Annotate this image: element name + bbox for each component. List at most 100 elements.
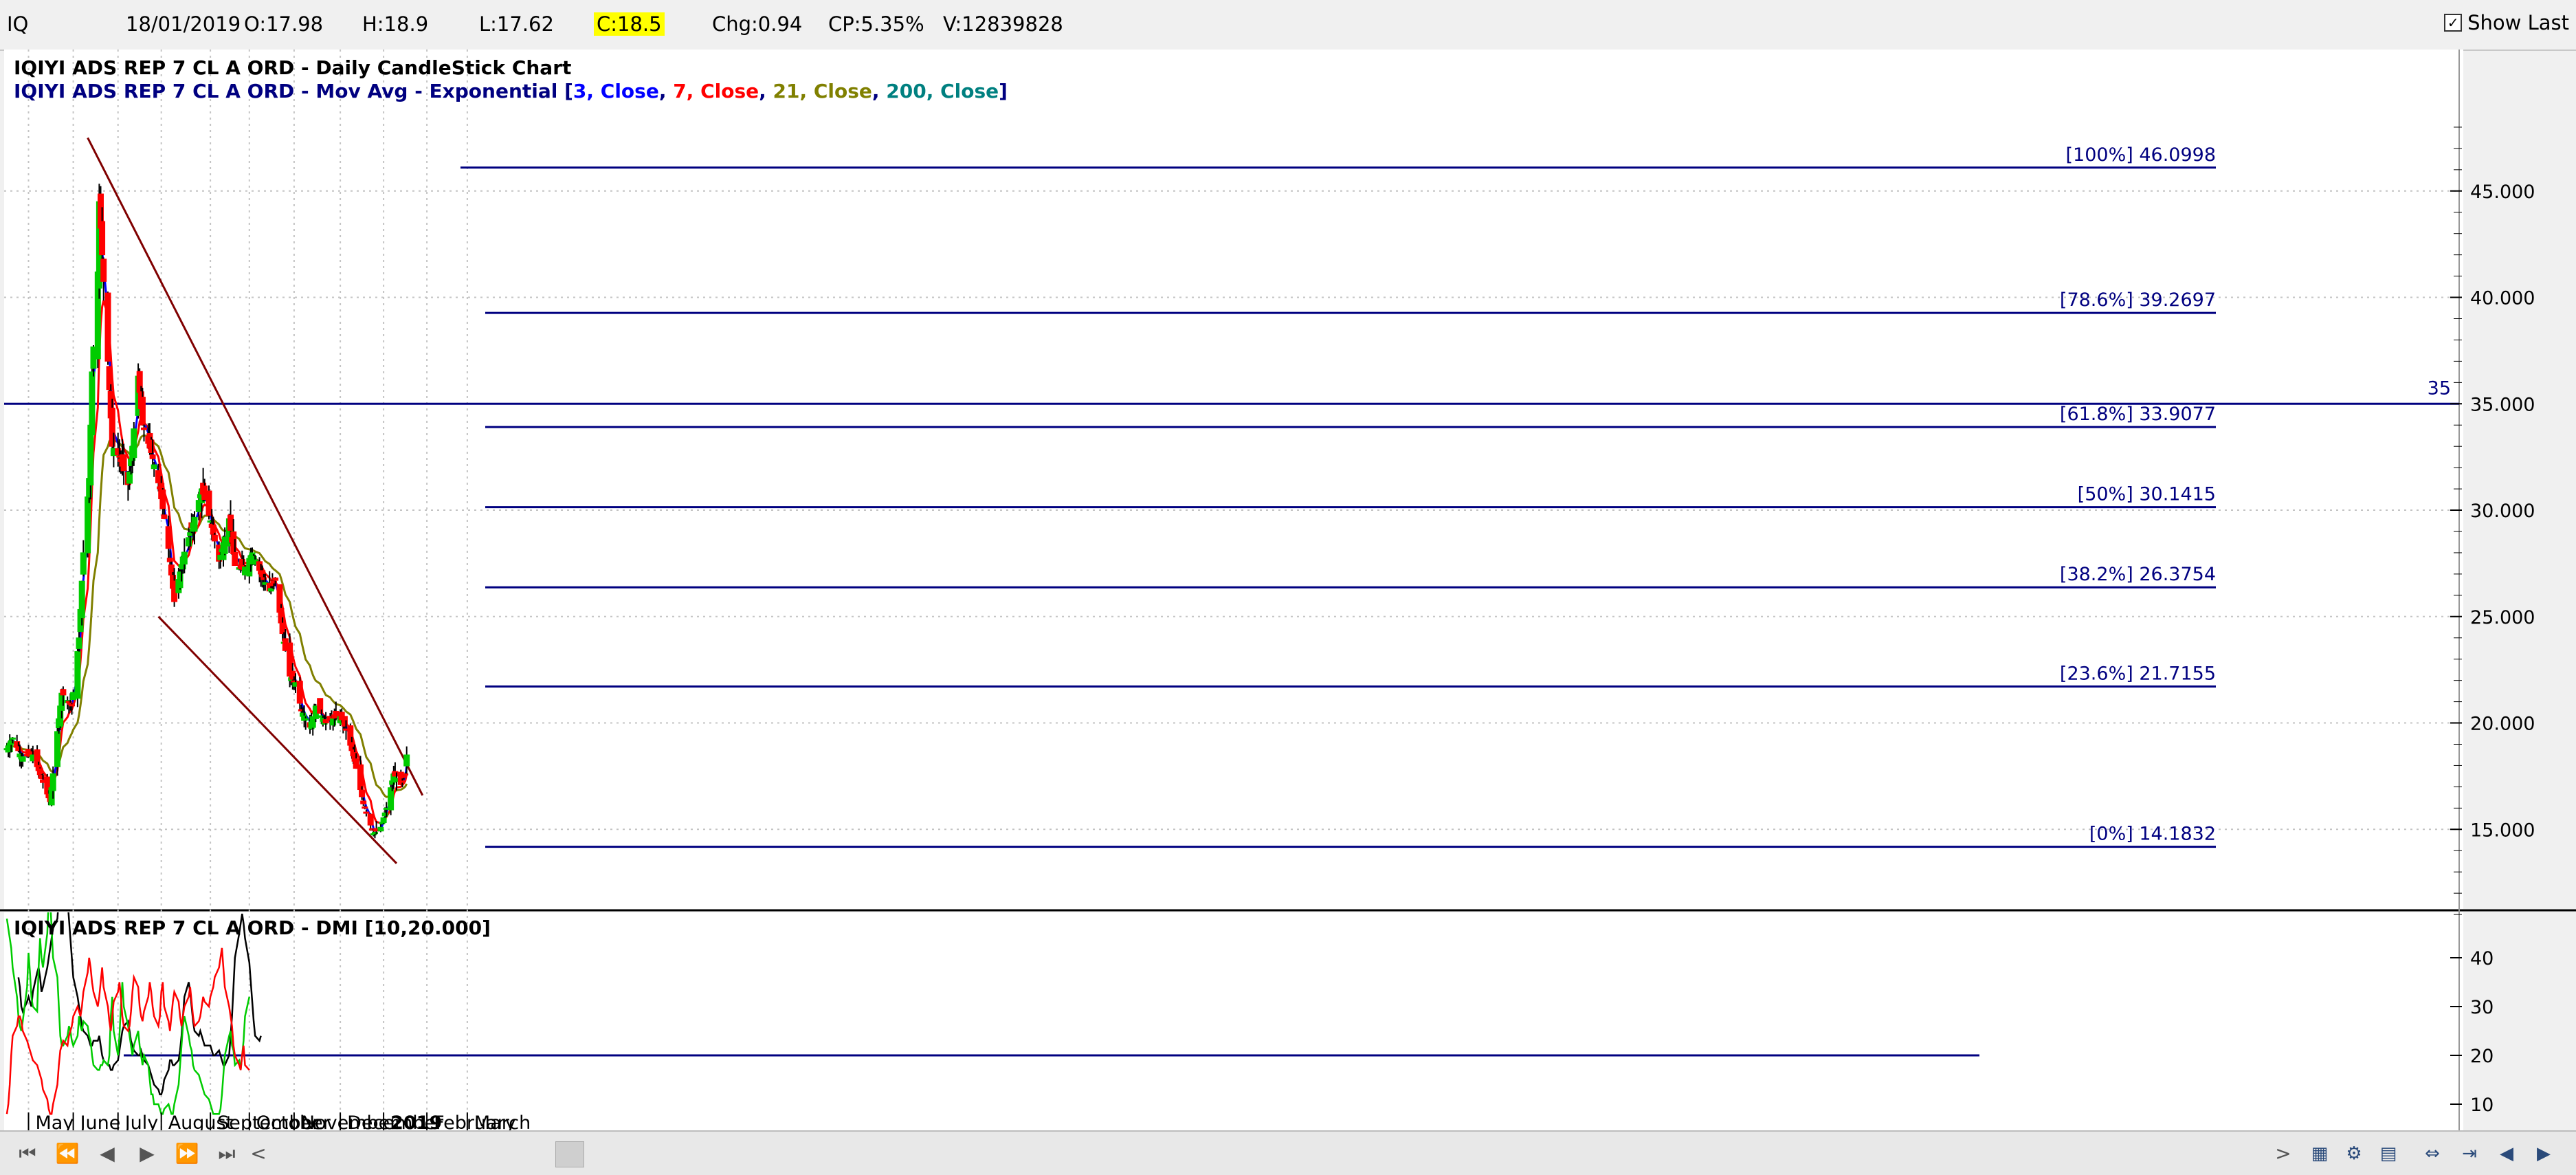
candle-body	[359, 789, 366, 798]
candle-body	[76, 637, 82, 649]
x-tick-label: July	[124, 1112, 159, 1130]
candle-body	[120, 454, 127, 472]
candle-body	[357, 764, 364, 791]
y-tick-label: 15.000	[2470, 820, 2535, 841]
scrollbar-thumb[interactable]	[555, 1141, 584, 1167]
candle-body	[401, 775, 407, 778]
scroll-end-icon[interactable]: ⇥	[2455, 1140, 2484, 1167]
candle-body	[151, 464, 157, 470]
show-last-label: Show Last	[2467, 11, 2569, 34]
nav-back-icon[interactable]: ◀	[2492, 1140, 2521, 1167]
candle-body	[149, 454, 156, 459]
candle-body	[155, 470, 162, 483]
fib-level-label: [100%] 46.0998	[2066, 144, 2217, 166]
candle-body	[131, 428, 137, 459]
candle-body	[139, 397, 146, 426]
show-last-toggle[interactable]: ✓ Show Last	[2444, 11, 2569, 34]
quote-open: O:17.98	[244, 12, 324, 36]
dmi-tick-label: 10	[2470, 1095, 2494, 1116]
candle-body	[367, 813, 374, 826]
candle-body	[360, 800, 367, 804]
quote-bar: IQ 18/01/2019 O:17.98 H:18.9 L:17.62 C:1…	[0, 0, 2576, 51]
step-back-icon[interactable]: ◀	[92, 1139, 122, 1169]
period-icon[interactable]: ▤	[2374, 1140, 2403, 1167]
chart-area[interactable]: [100%] 46.0998 [78.6%] 39.2697 [61.8%] 33.…	[0, 50, 2576, 1130]
fast-forward-icon[interactable]: ⏩	[172, 1139, 202, 1169]
dmi-pane-bg	[4, 912, 2463, 1130]
ma-title-part: 21, Close	[773, 80, 872, 102]
symbol-label: IQ	[7, 12, 29, 36]
candle-body	[211, 534, 218, 542]
candle-body	[380, 817, 387, 824]
quote-low: L:17.62	[479, 12, 554, 36]
candle-body	[403, 754, 410, 767]
candle-body	[49, 773, 56, 791]
nav-forward-icon[interactable]: ▶	[2529, 1140, 2558, 1167]
candle-body	[104, 292, 111, 362]
candle-body	[74, 651, 81, 699]
candle-body	[69, 704, 75, 707]
candle-body	[279, 622, 286, 635]
quote-volume: V:12839828	[943, 12, 1063, 36]
dmi-title: IQIYI ADS REP 7 CL A ORD - DMI [10,20.00…	[14, 916, 491, 939]
dmi-tick-label: 20	[2470, 1046, 2494, 1067]
candle-body	[296, 681, 303, 704]
candle-body	[191, 516, 198, 532]
candle-body	[89, 371, 96, 436]
ma-title-prefix: IQIYI ADS REP 7 CL A ORD - Mov Avg - Exp…	[14, 80, 573, 102]
quote-date: 18/01/2019	[126, 12, 241, 36]
chart-settings-icon[interactable]: ⚙	[2340, 1140, 2368, 1167]
checkbox-checked-icon[interactable]: ✓	[2444, 14, 2463, 32]
fib-level-label: [78.6%] 39.2697	[2060, 289, 2216, 311]
quote-change: Chg:0.94	[712, 12, 803, 36]
candle-body	[141, 427, 147, 430]
candle-body	[80, 552, 87, 575]
candle-body	[272, 578, 279, 581]
candle-body	[166, 558, 173, 562]
fib-level-label: [50%] 30.1415	[2078, 484, 2216, 505]
candle-body	[9, 737, 16, 740]
candle-body	[267, 588, 274, 592]
fib-level-label: [0%] 14.1832	[2089, 824, 2216, 845]
first-bar-icon[interactable]: ⏮	[12, 1139, 43, 1169]
x-tick-label: May	[36, 1112, 74, 1130]
fib-level-label: [23.6%] 21.7155	[2060, 663, 2216, 684]
ma-title-part: ,	[759, 80, 773, 102]
y-tick-label: 35.000	[2470, 394, 2535, 415]
y-tick-label: 30.000	[2470, 501, 2535, 522]
candle-body	[165, 526, 172, 549]
candle-body	[100, 259, 107, 282]
candle-body	[181, 551, 188, 564]
horizontal-line-label: 35	[2428, 377, 2451, 399]
last-bar-icon[interactable]: ⏭	[212, 1139, 242, 1169]
ma-title-part: 200, Close	[886, 80, 999, 102]
candle-body	[362, 806, 368, 809]
navigation-toolbar: ⏮ ⏪ ◀ ▶ ⏩ ⏭ < > ▦ ⚙ ▤ ⇔ ⇥ ◀ ▶	[0, 1130, 2576, 1175]
zoom-in-icon[interactable]: ⇔	[2418, 1140, 2447, 1167]
step-forward-icon[interactable]: ▶	[132, 1139, 162, 1169]
price-chart-title: IQIYI ADS REP 7 CL A ORD - Daily CandleS…	[14, 56, 571, 79]
quote-high: H:18.9	[362, 12, 429, 36]
candle-body	[302, 718, 309, 721]
y-tick-label: 45.000	[2470, 182, 2535, 203]
fast-back-icon[interactable]: ⏪	[52, 1139, 82, 1169]
candle-body	[85, 496, 91, 553]
calendar-icon[interactable]: ▦	[2305, 1140, 2334, 1167]
moving-average-title: IQIYI ADS REP 7 CL A ORD - Mov Avg - Exp…	[14, 80, 1008, 102]
x-axis-labels: May June July AugustSeptemberOctoberNovembe…	[27, 1112, 531, 1130]
candle-body	[19, 756, 26, 762]
x-tick-label: March	[474, 1112, 531, 1130]
candle-body	[78, 580, 85, 619]
scroll-right-arrow[interactable]: >	[2268, 1139, 2298, 1169]
x-tick-label: June	[79, 1112, 121, 1130]
scroll-left-arrow[interactable]: <	[243, 1139, 274, 1169]
candle-body	[187, 532, 194, 536]
ma-title-part: 3, Close	[573, 80, 659, 102]
candle-body	[206, 490, 212, 516]
fib-level-label: [61.8%] 33.9077	[2060, 404, 2216, 425]
quote-close: C:18.5	[594, 12, 665, 36]
dmi-tick-label: 30	[2470, 997, 2494, 1018]
candle-body	[161, 514, 168, 519]
candle-body	[402, 773, 409, 776]
ma-title-part: 7, Close	[673, 80, 759, 102]
